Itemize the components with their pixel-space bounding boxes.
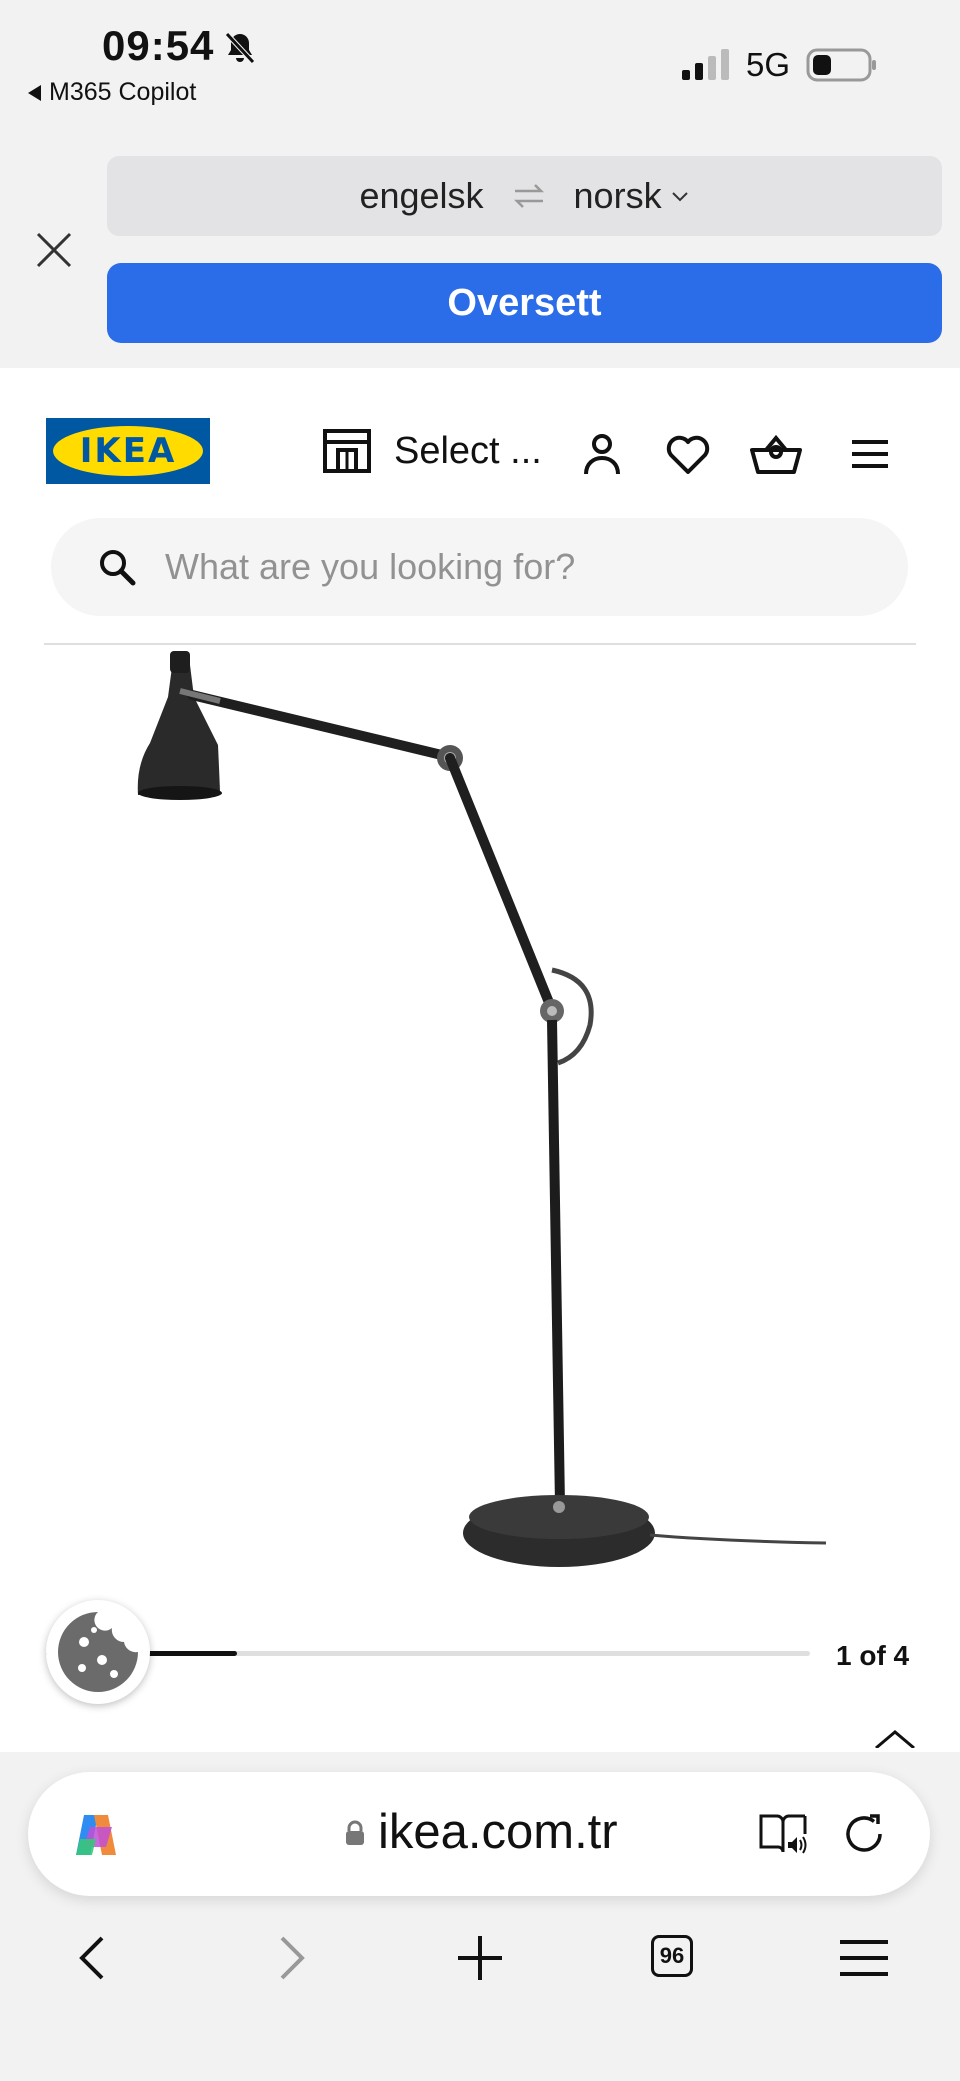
search-icon — [100, 550, 136, 586]
store-selector[interactable]: Select ... — [322, 428, 542, 474]
user-icon[interactable] — [578, 430, 626, 478]
back-arrow-icon[interactable] — [66, 1930, 122, 1986]
store-label: Select ... — [394, 429, 542, 472]
network-type: 5G — [746, 46, 791, 83]
carousel-counter: 1 of 4 — [836, 1640, 910, 1671]
translate-button[interactable]: Oversett — [107, 263, 942, 343]
shopping-basket-icon[interactable] — [748, 430, 804, 478]
page: 09:54 M365 Copilot 5G engelsk norsk Over… — [0, 0, 960, 2081]
browser-menu-icon[interactable] — [836, 1930, 892, 1986]
new-tab-plus-icon[interactable] — [452, 1930, 508, 1986]
ikea-logo-text: IKEA — [53, 426, 203, 476]
scroll-to-top-icon[interactable] — [868, 1728, 922, 1748]
target-language[interactable]: norsk — [574, 175, 662, 217]
status-bar: 09:54 M365 Copilot 5G — [0, 0, 960, 140]
heart-icon[interactable] — [664, 430, 712, 478]
back-app-label: M365 Copilot — [49, 78, 197, 106]
url-text[interactable]: ikea.com.tr — [378, 1804, 618, 1860]
bell-muted-icon — [225, 32, 255, 64]
battery-icon — [806, 48, 876, 82]
chevron-down-icon — [671, 192, 688, 202]
store-icon — [323, 429, 371, 473]
language-selector[interactable]: engelsk norsk — [107, 156, 942, 236]
status-time: 09:54 — [102, 22, 215, 69]
ikea-logo[interactable]: IKEA — [46, 418, 210, 484]
search-bar[interactable] — [51, 518, 908, 616]
copilot-icon[interactable] — [70, 1811, 122, 1859]
lock-icon — [346, 1820, 364, 1845]
reload-icon[interactable] — [840, 1810, 888, 1858]
cookie-icon — [58, 1612, 138, 1692]
reader-mode-icon[interactable] — [758, 1812, 808, 1856]
forward-arrow-icon[interactable] — [262, 1930, 318, 1986]
source-language[interactable]: engelsk — [359, 175, 483, 217]
menu-icon[interactable] — [848, 430, 892, 478]
search-input[interactable] — [165, 546, 865, 588]
product-image-floor-lamp[interactable] — [120, 645, 840, 1575]
carousel-progress[interactable] — [46, 1651, 810, 1656]
back-triangle-icon — [28, 84, 41, 101]
cookie-settings-button[interactable] — [46, 1600, 150, 1704]
cellular-signal-icon — [682, 49, 729, 80]
close-icon[interactable] — [30, 226, 78, 274]
back-to-app-link[interactable]: M365 Copilot — [28, 78, 196, 107]
swap-languages-icon[interactable] — [512, 181, 546, 211]
tabs-count-button[interactable]: 96 — [651, 1935, 693, 1977]
